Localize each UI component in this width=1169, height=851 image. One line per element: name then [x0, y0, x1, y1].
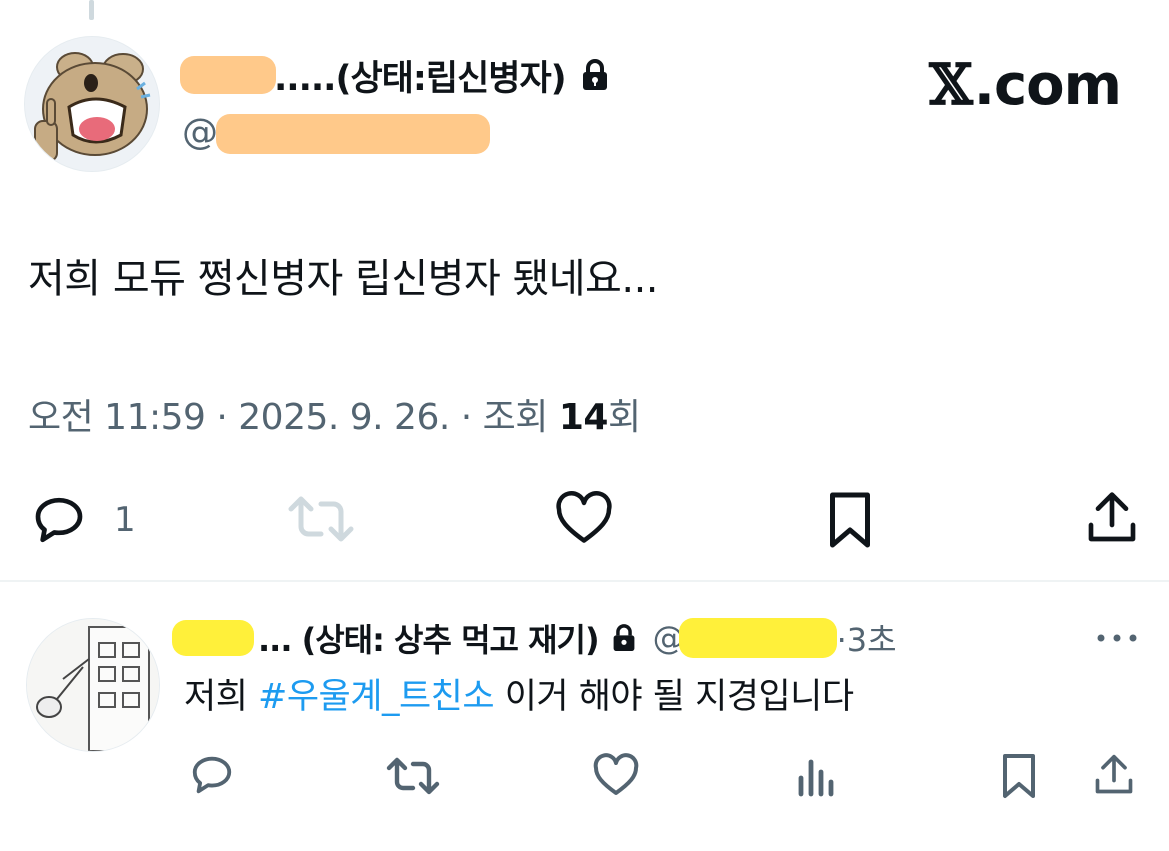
reply-avatar[interactable]: [26, 618, 160, 752]
author-handle[interactable]: @: [182, 106, 490, 158]
reply-icon: [35, 497, 83, 543]
reply-header[interactable]: ... (상태: 상추 먹고 재기) @ ·3초: [172, 610, 897, 666]
reply-count: 1: [114, 500, 136, 540]
handle-at-sign: @: [182, 111, 218, 153]
share-button[interactable]: [1084, 490, 1140, 546]
views-icon: [798, 759, 834, 797]
reply-retweet-button[interactable]: [386, 756, 440, 796]
hashtag-link[interactable]: #우울계_트친소: [258, 677, 495, 717]
view-count[interactable]: 14: [559, 397, 609, 438]
reply-timestamp[interactable]: ·3초: [837, 615, 897, 661]
bookmark-button[interactable]: [826, 490, 874, 550]
reply-views-button[interactable]: [796, 754, 838, 798]
x-logo-icon: 𝕏: [929, 52, 972, 118]
lock-icon: [611, 623, 637, 653]
author-display-name[interactable]: .....(상태:립신병자): [274, 50, 567, 101]
more-icon: [1097, 634, 1137, 642]
reply-icon: [192, 756, 232, 794]
reply-text-start: 저희: [184, 677, 259, 717]
retweet-icon: [288, 496, 354, 542]
share-icon: [1095, 754, 1133, 794]
reply-tweet-text: 저희 #우울계_트친소 이거 해야 될 지경입니다: [184, 668, 854, 719]
redacted-handle-mark: [678, 618, 837, 658]
timestamp-text: 오전 11:59 · 2025. 9. 26. · 조회: [28, 397, 559, 438]
reply-avatar-sketch-image: [27, 619, 159, 751]
brand-logo: 𝕏 .com: [929, 52, 1122, 118]
reply-share-button[interactable]: [1092, 752, 1136, 798]
reply-author-name[interactable]: ... (상태: 상추 먹고 재기): [258, 615, 600, 661]
retweet-button: [288, 494, 354, 544]
lock-icon: [580, 58, 610, 92]
reply-text-end: 이거 해야 될 지경입니다: [494, 677, 854, 717]
tweet-divider: [0, 580, 1169, 582]
redacted-handle-mark: [216, 114, 490, 154]
reply-bookmark-button[interactable]: [1000, 752, 1038, 800]
bookmark-icon: [830, 492, 870, 548]
thread-connector-line: [89, 0, 94, 20]
brand-label: .com: [973, 52, 1122, 118]
tweet-metadata: 오전 11:59 · 2025. 9. 26. · 조회 14회: [28, 388, 641, 440]
more-options-button[interactable]: [1095, 630, 1139, 649]
like-icon: [556, 491, 612, 543]
redacted-name-mark: [172, 620, 254, 656]
tweet-text: 저희 모듀 쩡신병자 립신병자 됐네요...: [28, 256, 659, 302]
redacted-name-mark: [180, 56, 276, 94]
author-name-row[interactable]: .....(상태:립신병자): [180, 42, 610, 108]
avatar[interactable]: [24, 36, 160, 172]
view-suffix: 회: [607, 397, 641, 438]
share-icon: [1088, 492, 1136, 542]
retweet-icon: [386, 757, 440, 795]
avatar-cartoon-image: [25, 37, 159, 171]
reply-reply-button[interactable]: [188, 752, 236, 798]
reply-like-button[interactable]: [592, 752, 640, 798]
like-icon: [593, 753, 639, 795]
bookmark-icon: [1003, 754, 1035, 798]
like-button[interactable]: [554, 490, 614, 546]
reply-button[interactable]: 1: [28, 492, 136, 548]
